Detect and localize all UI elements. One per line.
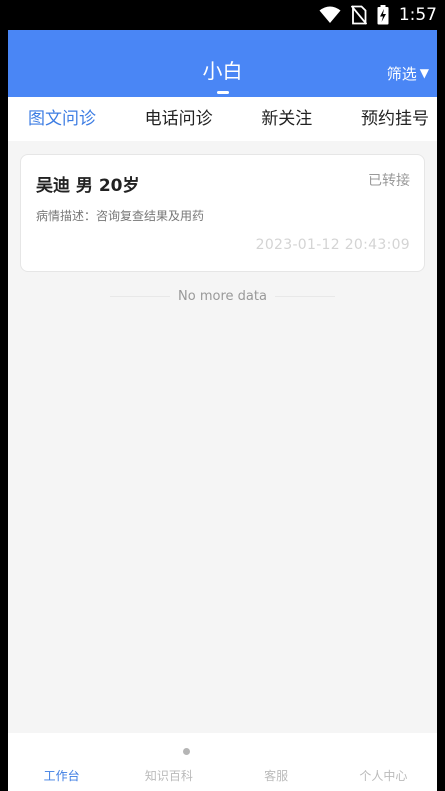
wifi-icon <box>319 6 341 23</box>
divider-right <box>274 295 335 297</box>
status-bar: 1:57 <box>0 0 445 30</box>
tab-new-follow[interactable]: 新关注 <box>261 97 312 141</box>
filter-label: 筛选 <box>386 64 417 83</box>
consultation-card[interactable]: 吴迪 男 20岁 已转接 病情描述： 咨询复查结果及用药 2023-01-12 … <box>20 154 425 272</box>
nav-item-customer-service[interactable]: 客服 <box>223 733 330 791</box>
tab-text-consult[interactable]: 图文问诊 <box>28 97 96 141</box>
battery-charging-icon <box>377 5 389 25</box>
header: 小白 筛选 ▼ <box>8 30 437 97</box>
triangle-down-icon: ▼ <box>419 66 429 80</box>
nav-item-profile[interactable]: 个人中心 <box>330 733 437 791</box>
no-sim-icon <box>350 5 367 25</box>
description-value: 咨询复查结果及用药 <box>96 209 205 223</box>
tab-phone-consult[interactable]: 电话问诊 <box>145 97 213 141</box>
patient-gender: 男 <box>75 176 93 196</box>
status-time: 1:57 <box>398 5 437 25</box>
nav-item-knowledge[interactable]: 知识百科 <box>115 733 222 791</box>
filter-button[interactable]: 筛选 ▼ <box>387 62 429 84</box>
list-end-indicator: No more data <box>8 286 437 306</box>
nav-dot-indicator <box>183 748 190 755</box>
consultation-time: 2023-01-12 20:43:09 <box>255 237 410 253</box>
description-label: 病情描述： <box>36 209 97 223</box>
divider-left <box>110 295 171 297</box>
page-title: 小白 <box>202 59 243 83</box>
patient-age: 20岁 <box>98 176 140 196</box>
status-icons: 1:57 <box>319 4 437 26</box>
condition-description: 病情描述： 咨询复查结果及用药 <box>36 207 204 224</box>
nav-item-workbench[interactable]: 工作台 <box>8 733 115 791</box>
patient-name: 吴迪 <box>36 176 70 196</box>
app-screen: 小白 筛选 ▼ 图文问诊 电话问诊 新关注 预约挂号 吴迪 男 20岁 已转接 … <box>8 30 437 791</box>
tab-appointment[interactable]: 预约挂号 <box>361 97 429 141</box>
status-badge: 已转接 <box>368 173 410 189</box>
title-indicator <box>217 91 229 94</box>
tab-bar: 图文问诊 电话问诊 新关注 预约挂号 <box>8 97 437 141</box>
no-more-data-text: No more data <box>178 288 267 304</box>
bottom-nav: 工作台 知识百科 客服 个人中心 <box>8 733 437 791</box>
patient-info: 吴迪 男 20岁 <box>36 171 140 196</box>
